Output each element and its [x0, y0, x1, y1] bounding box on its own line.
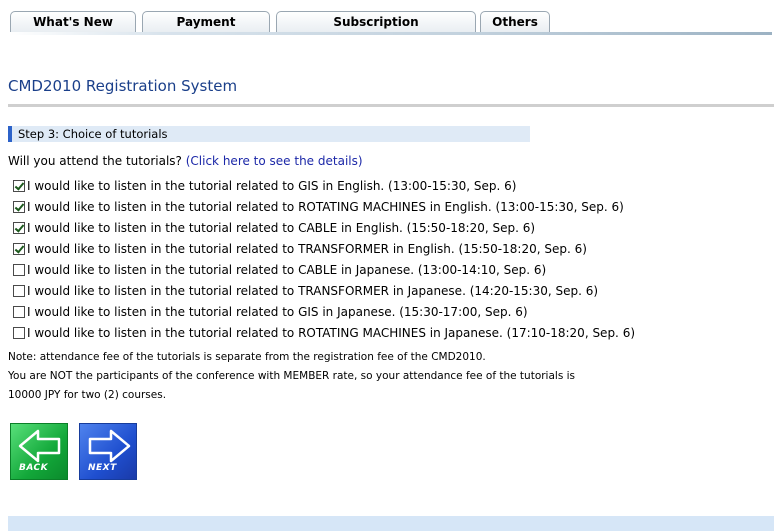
tutorial-checkbox[interactable]	[13, 179, 25, 192]
title-divider	[8, 104, 774, 107]
tutorial-checkbox[interactable]	[13, 221, 25, 234]
next-button[interactable]: NEXT	[79, 423, 137, 480]
question-text: Will you attend the tutorials?	[8, 154, 186, 168]
note-line: You are NOT the participants of the conf…	[8, 370, 576, 382]
tutorial-option-label: I would like to listen in the tutorial r…	[27, 325, 636, 340]
tab-subscription[interactable]: Subscription	[276, 11, 476, 32]
tab-underline	[10, 32, 772, 35]
footer-bar	[8, 516, 774, 531]
tutorial-option: I would like to listen in the tutorial r…	[13, 322, 635, 343]
note-line: 10000 JPY for two (2) courses.	[8, 389, 167, 401]
fee-notes: Note: attendance fee of the tutorials is…	[8, 348, 575, 405]
tutorial-option: I would like to listen in the tutorial r…	[13, 238, 635, 259]
tutorial-option-label: I would like to listen in the tutorial r…	[27, 262, 547, 277]
page-title: CMD2010 Registration System	[8, 77, 238, 95]
tab-whats-new[interactable]: What's New	[10, 11, 136, 32]
tutorial-option: I would like to listen in the tutorial r…	[13, 175, 635, 196]
top-tab-bar: What's New Payment Subscription Others	[0, 0, 774, 38]
tutorial-option: I would like to listen in the tutorial r…	[13, 217, 635, 238]
tutorial-option: I would like to listen in the tutorial r…	[13, 301, 635, 322]
tab-others[interactable]: Others	[480, 11, 550, 32]
tutorial-option-label: I would like to listen in the tutorial r…	[27, 199, 624, 214]
note-line: Note: attendance fee of the tutorials is…	[8, 351, 486, 363]
back-button[interactable]: BACK	[10, 423, 68, 480]
tutorial-option-label: I would like to listen in the tutorial r…	[27, 283, 599, 298]
tutorial-options-list: I would like to listen in the tutorial r…	[13, 175, 635, 343]
details-link[interactable]: (Click here to see the details)	[186, 154, 363, 168]
tutorial-option-label: I would like to listen in the tutorial r…	[27, 304, 528, 319]
tutorial-option: I would like to listen in the tutorial r…	[13, 280, 635, 301]
tutorial-option-label: I would like to listen in the tutorial r…	[27, 220, 536, 235]
tab-payment[interactable]: Payment	[142, 11, 270, 32]
tutorial-checkbox[interactable]	[13, 284, 25, 297]
tutorial-checkbox[interactable]	[13, 305, 25, 318]
tutorial-checkbox[interactable]	[13, 326, 25, 339]
tutorial-checkbox[interactable]	[13, 242, 25, 255]
next-label: NEXT	[88, 463, 117, 473]
tutorial-question: Will you attend the tutorials? (Click he…	[8, 154, 363, 168]
tutorial-checkbox[interactable]	[13, 200, 25, 213]
step-header: Step 3: Choice of tutorials	[8, 126, 530, 142]
back-label: BACK	[19, 463, 49, 473]
tutorial-checkbox[interactable]	[13, 263, 25, 276]
tutorial-option-label: I would like to listen in the tutorial r…	[27, 178, 517, 193]
tutorial-option: I would like to listen in the tutorial r…	[13, 259, 635, 280]
tutorial-option-label: I would like to listen in the tutorial r…	[27, 241, 587, 256]
tutorial-option: I would like to listen in the tutorial r…	[13, 196, 635, 217]
